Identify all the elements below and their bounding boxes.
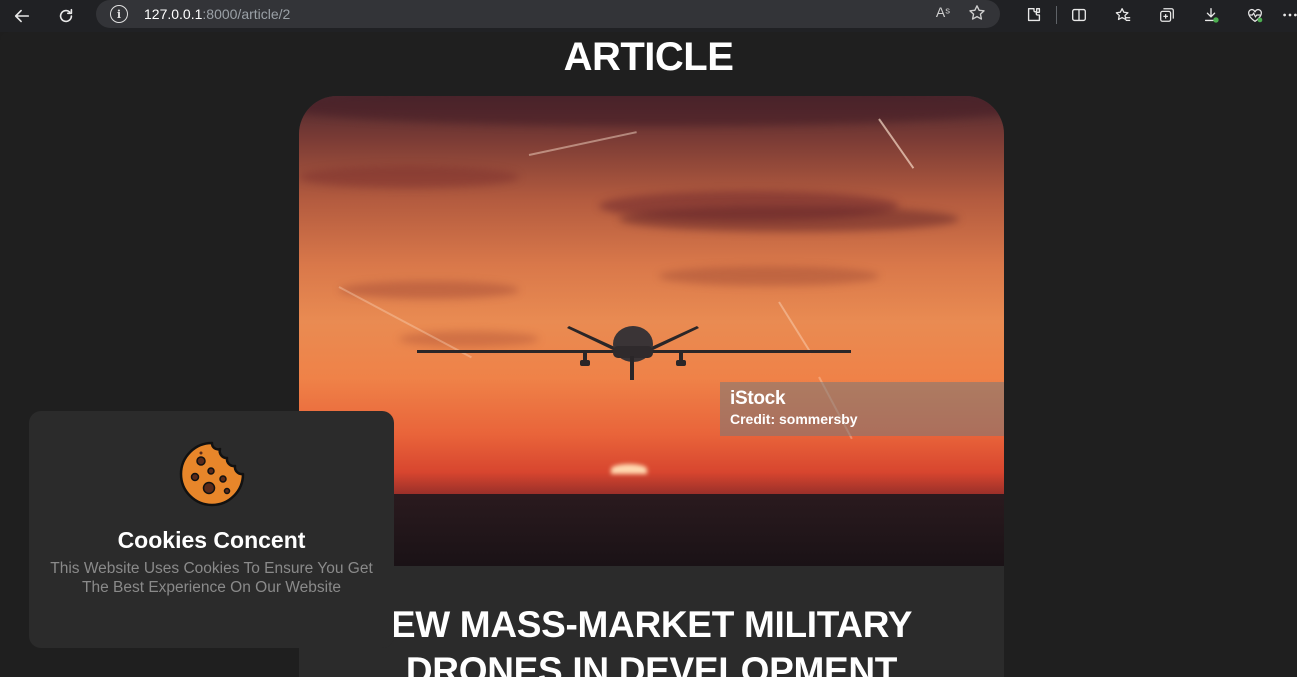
article-card: iStock Credit: sommersby EW MASS-MARKET …	[299, 96, 1004, 677]
reload-icon[interactable]	[50, 2, 82, 30]
back-arrow-icon[interactable]	[6, 2, 38, 30]
extensions-icon[interactable]	[1012, 2, 1056, 28]
drone-silhouette	[417, 326, 851, 380]
image-watermark: iStock Credit: sommersby	[720, 382, 1004, 436]
more-menu-icon[interactable]	[1277, 2, 1297, 28]
headline-line-1: EW MASS-MARKET MILITARY	[390, 604, 913, 645]
cookie-title: Cookies Concent	[117, 527, 306, 553]
istock-logo: iStock	[730, 388, 786, 409]
favorites-icon[interactable]	[1101, 2, 1145, 28]
sea-horizon	[299, 494, 1004, 566]
cookie-consent-popup: Cookies Concent This Website Uses Cookie…	[29, 411, 394, 648]
cookie-icon	[179, 441, 245, 507]
headline-line-2: DRONES IN DEVELOPMENT	[405, 650, 898, 677]
cookie-message: This Website Uses Cookies To Ensure You …	[50, 560, 373, 596]
url-text[interactable]: 127.0.0.1:8000/article/2	[144, 6, 290, 22]
article-headline: EW MASS-MARKET MILITARY DRONES IN DEVELO…	[299, 602, 1004, 677]
page-title: ARTICLE	[563, 35, 734, 79]
favorite-star-icon[interactable]	[968, 4, 986, 25]
browser-essentials-icon[interactable]	[1233, 2, 1277, 28]
image-credit: Credit: sommersby	[730, 411, 858, 427]
read-aloud-icon[interactable]: Aˢ	[936, 4, 950, 25]
article-hero-image: iStock Credit: sommersby	[299, 96, 1004, 566]
site-info-icon[interactable]: i	[110, 5, 128, 23]
split-screen-icon[interactable]	[1057, 2, 1101, 28]
page-content: ARTICLE iStock Credit: sommersby EW MASS…	[0, 32, 1297, 677]
downloads-icon[interactable]	[1189, 2, 1233, 28]
collections-icon[interactable]	[1145, 2, 1189, 28]
browser-toolbar: i 127.0.0.1:8000/article/2 Aˢ	[0, 0, 1297, 32]
address-bar[interactable]: i 127.0.0.1:8000/article/2 Aˢ	[96, 0, 1000, 28]
sun	[611, 464, 647, 474]
